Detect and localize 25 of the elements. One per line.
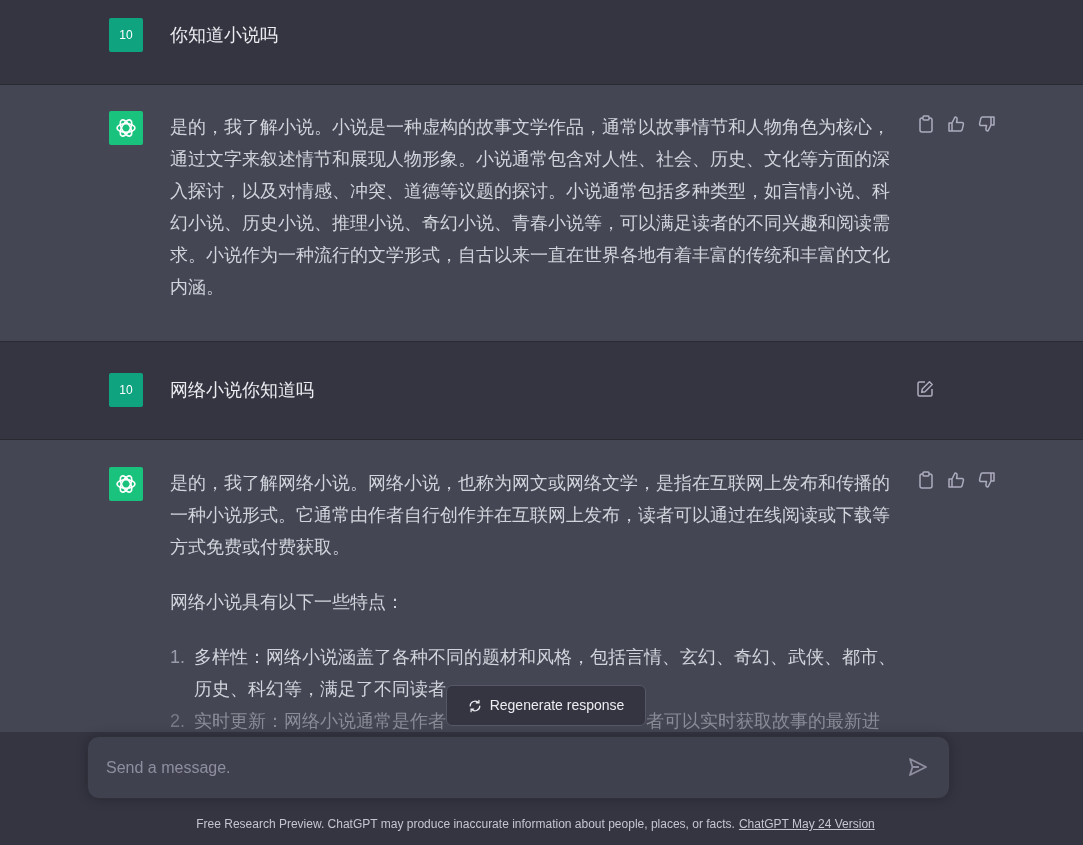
logo-icon [109,467,143,501]
edit-icon[interactable] [916,380,934,398]
logo-icon [109,111,143,145]
thumbs-up-icon[interactable] [947,115,965,133]
message-input[interactable]: Send a message. [87,736,950,799]
user-avatar: 10 [109,373,143,407]
answer-paragraph: 是的，我了解网络小说。网络小说，也称为网文或网络文学，是指在互联网上发布和传播的一种小说形式。它通常由作者自行创作并在互联网上发布，读者可以通过在线阅读或下载等方式免费或付费获取。 [170,472,891,559]
refresh-icon [467,698,482,713]
list-item-text: 者可以实时获取故事的最新进 [646,710,880,733]
clipboard-icon[interactable] [918,471,934,489]
thumbs-down-icon[interactable] [978,471,996,489]
answer-paragraph: 网络小说具有以下一些特点： [170,591,405,614]
thumbs-up-icon[interactable] [947,471,965,489]
regenerate-button[interactable]: Regenerate response [446,685,646,726]
user-message: 你知道小说吗 [170,24,279,47]
clipboard-icon[interactable] [918,115,934,133]
list-number: 1. [170,646,186,669]
user-avatar: 10 [109,18,143,52]
user-message: 网络小说你知道吗 [170,379,315,402]
version-link[interactable]: ChatGPT May 24 Version [738,815,875,833]
list-item-text: 实时更新：网络小说通常是作者 [194,710,446,733]
answer-paragraph: 是的，我了解小说。小说是一种虚构的故事文学作品，通常以故事情节和人物角色为核心，通过文字来叙述情节和展现人物形象。小说通常包含对人性、社会、历史、文化等方面的深入探讨，以及对情感、冲突、道德等议题的探讨。小说通常包括多种类型，如言情小说、科幻小说、历史小说、推理小说、奇幻小说、青春小说等，可以满足读者的不同兴趣和阅读需求。小说作为一种流行的文学形式，自古以来一直在世界各地有着丰富的传统和丰富的文化内涵。 [170,116,891,299]
disclaimer-text: Free Research Preview. ChatGPT may produce inaccurate information about people, places, or facts. [196,816,735,833]
thumbs-down-icon[interactable] [978,115,996,133]
send-icon[interactable] [908,757,928,777]
